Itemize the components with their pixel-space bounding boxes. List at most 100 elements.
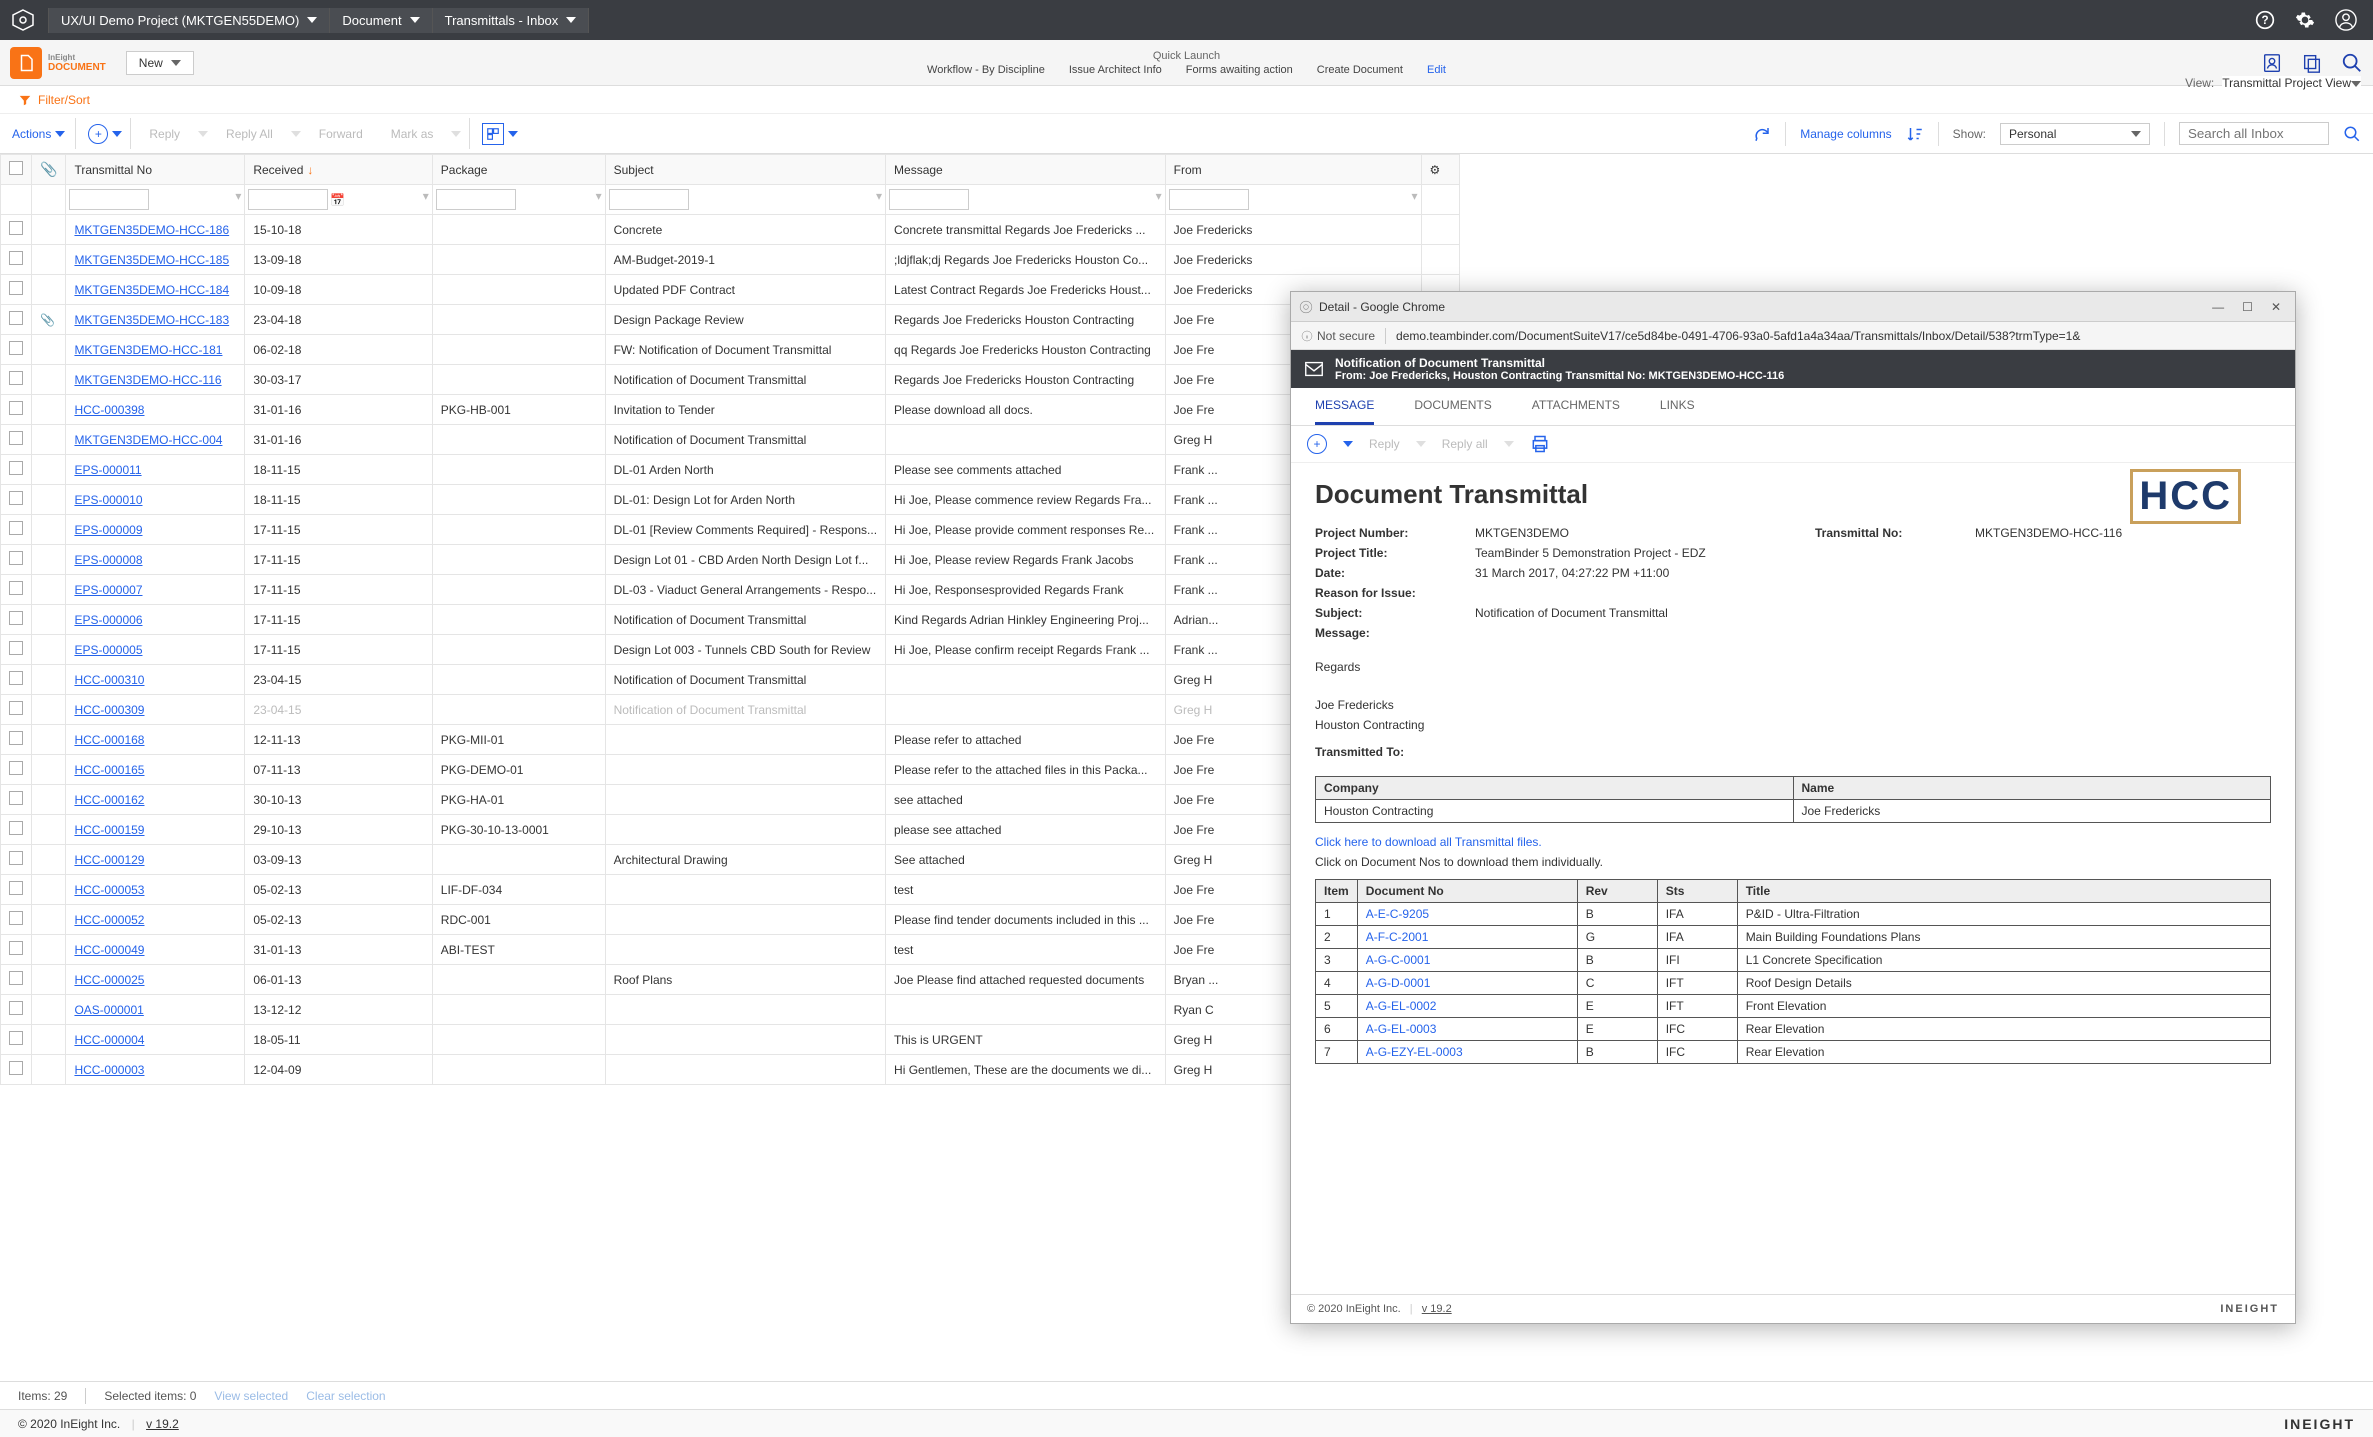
transmittal-link[interactable]: HCC-000025 — [74, 973, 144, 987]
table-row[interactable]: MKTGEN35DEMO-HCC-18615-10-18ConcreteConc… — [1, 215, 1460, 245]
table-row[interactable]: HCC-00005305-02-13LIF-DF-034testJoe Fre — [1, 875, 1460, 905]
transmittal-link[interactable]: EPS-000009 — [74, 523, 142, 537]
transmittals-menu[interactable]: Transmittals - Inbox — [433, 8, 590, 33]
new-button[interactable]: New — [126, 51, 194, 75]
table-row[interactable]: HCC-00004931-01-13ABI-TESTtestJoe Fre — [1, 935, 1460, 965]
row-checkbox[interactable] — [9, 641, 23, 655]
row-checkbox[interactable] — [9, 761, 23, 775]
select-all-checkbox[interactable] — [9, 161, 23, 175]
table-row[interactable]: EPS-00001118-11-15DL-01 Arden NorthPleas… — [1, 455, 1460, 485]
header-settings[interactable]: ⚙ — [1421, 155, 1459, 185]
user-icon[interactable] — [2335, 9, 2357, 31]
table-row[interactable]: HCC-00039831-01-16PKG-HB-001Invitation t… — [1, 395, 1460, 425]
row-checkbox[interactable] — [9, 281, 23, 295]
filter-icon[interactable]: ▾ — [1412, 189, 1418, 203]
transmittal-link[interactable]: HCC-000129 — [74, 853, 144, 867]
filter-received[interactable] — [248, 189, 328, 210]
row-checkbox[interactable] — [9, 821, 23, 835]
transmittal-link[interactable]: EPS-000008 — [74, 553, 142, 567]
filter-package[interactable] — [436, 189, 516, 210]
calendar-icon[interactable]: 📅 — [330, 193, 345, 207]
row-checkbox[interactable] — [9, 491, 23, 505]
transmittal-link[interactable]: HCC-000052 — [74, 913, 144, 927]
filter-subject[interactable] — [609, 189, 689, 210]
table-row[interactable]: OAS-00000113-12-12Ryan C — [1, 995, 1460, 1025]
app-logo-icon[interactable] — [10, 7, 36, 33]
row-checkbox[interactable] — [9, 1001, 23, 1015]
filter-trno[interactable] — [69, 189, 149, 210]
project-dropdown[interactable]: UX/UI Demo Project (MKTGEN55DEMO) — [48, 8, 330, 33]
row-checkbox[interactable] — [9, 971, 23, 985]
add-button[interactable]: + — [88, 124, 108, 144]
refresh-icon[interactable] — [1753, 125, 1771, 143]
transmittal-link[interactable]: MKTGEN35DEMO-HCC-185 — [74, 253, 229, 267]
ql-workflow[interactable]: Workflow - By Discipline — [927, 64, 1045, 76]
transmittal-link[interactable]: MKTGEN3DEMO-HCC-116 — [74, 373, 221, 387]
table-row[interactable]: HCC-00000312-04-09Hi Gentlemen, These ar… — [1, 1055, 1460, 1085]
transmittal-link[interactable]: HCC-000049 — [74, 943, 144, 957]
download-all-link[interactable]: Click here to download all Transmittal f… — [1315, 835, 1542, 849]
table-row[interactable]: EPS-00000817-11-15Design Lot 01 - CBD Ar… — [1, 545, 1460, 575]
tab-message[interactable]: MESSAGE — [1315, 398, 1374, 425]
transmittal-link[interactable]: HCC-000309 — [74, 703, 144, 717]
search-input[interactable] — [2179, 122, 2329, 145]
table-row[interactable]: HCC-00016230-10-13PKG-HA-01see attachedJ… — [1, 785, 1460, 815]
filter-message[interactable] — [889, 189, 969, 210]
global-search-icon[interactable] — [2341, 52, 2363, 74]
doc-link[interactable]: A-E-C-9205 — [1366, 907, 1429, 921]
transmittal-link[interactable]: EPS-000011 — [74, 463, 141, 477]
header-subject[interactable]: Subject — [605, 155, 885, 185]
ql-create[interactable]: Create Document — [1317, 64, 1403, 76]
table-row[interactable]: EPS-00000917-11-15DL-01 [Review Comments… — [1, 515, 1460, 545]
show-dropdown[interactable]: Personal — [2000, 123, 2150, 145]
tab-documents[interactable]: DOCUMENTS — [1414, 398, 1491, 425]
table-row[interactable]: HCC-00030923-04-15Notification of Docume… — [1, 695, 1460, 725]
table-row[interactable]: HCC-00002506-01-13Roof PlansJoe Please f… — [1, 965, 1460, 995]
view-dropdown[interactable]: Transmittal Project View — [2222, 76, 2361, 90]
transmittal-link[interactable]: HCC-000168 — [74, 733, 144, 747]
row-checkbox[interactable] — [9, 311, 23, 325]
row-checkbox[interactable] — [9, 791, 23, 805]
row-checkbox[interactable] — [9, 551, 23, 565]
actions-dropdown[interactable]: Actions — [12, 118, 76, 149]
transmittal-link[interactable]: HCC-000159 — [74, 823, 144, 837]
transmittal-link[interactable]: OAS-000001 — [74, 1003, 143, 1017]
filter-icon[interactable]: ▾ — [1156, 189, 1162, 203]
row-checkbox[interactable] — [9, 431, 23, 445]
popup-footer-version[interactable]: v 19.2 — [1422, 1303, 1452, 1315]
transmittal-link[interactable]: HCC-000004 — [74, 1033, 144, 1047]
doc-link[interactable]: A-G-EZY-EL-0003 — [1366, 1045, 1463, 1059]
table-row[interactable]: HCC-00012903-09-13Architectural DrawingS… — [1, 845, 1460, 875]
toggle-toolbar-button[interactable] — [482, 123, 504, 145]
transmittal-link[interactable]: MKTGEN35DEMO-HCC-183 — [74, 313, 229, 327]
row-checkbox[interactable] — [9, 521, 23, 535]
transmittal-link[interactable]: HCC-000162 — [74, 793, 144, 807]
transmittal-link[interactable]: MKTGEN35DEMO-HCC-186 — [74, 223, 229, 237]
header-message[interactable]: Message — [886, 155, 1166, 185]
row-checkbox[interactable] — [9, 851, 23, 865]
sort-icon[interactable] — [1906, 125, 1924, 143]
settings-icon[interactable] — [2295, 10, 2315, 30]
minimize-icon[interactable]: ― — [2212, 300, 2224, 314]
table-row[interactable]: 📎MKTGEN35DEMO-HCC-18323-04-18Design Pack… — [1, 305, 1460, 335]
transmittal-link[interactable]: EPS-000006 — [74, 613, 142, 627]
view-selected-link[interactable]: View selected — [214, 1389, 288, 1403]
transmittal-link[interactable]: MKTGEN3DEMO-HCC-004 — [74, 433, 222, 447]
transmittal-link[interactable]: HCC-000165 — [74, 763, 144, 777]
search-icon[interactable] — [2343, 125, 2361, 143]
row-checkbox[interactable] — [9, 671, 23, 685]
table-row[interactable]: EPS-00001018-11-15DL-01: Design Lot for … — [1, 485, 1460, 515]
document-menu[interactable]: Document — [330, 8, 432, 33]
transmittal-link[interactable]: HCC-000310 — [74, 673, 144, 687]
table-row[interactable]: MKTGEN3DEMO-HCC-00431-01-16Notification … — [1, 425, 1460, 455]
table-row[interactable]: MKTGEN3DEMO-HCC-18106-02-18FW: Notificat… — [1, 335, 1460, 365]
table-row[interactable]: MKTGEN35DEMO-HCC-18513-09-18AM-Budget-20… — [1, 245, 1460, 275]
copy-icon[interactable] — [2301, 52, 2323, 74]
transmittal-link[interactable]: MKTGEN35DEMO-HCC-184 — [74, 283, 229, 297]
table-row[interactable]: EPS-00000717-11-15DL-03 - Viaduct Genera… — [1, 575, 1460, 605]
tab-attachments[interactable]: ATTACHMENTS — [1532, 398, 1620, 425]
filter-from[interactable] — [1169, 189, 1249, 210]
row-checkbox[interactable] — [9, 221, 23, 235]
row-checkbox[interactable] — [9, 731, 23, 745]
print-icon[interactable] — [1530, 434, 1550, 454]
